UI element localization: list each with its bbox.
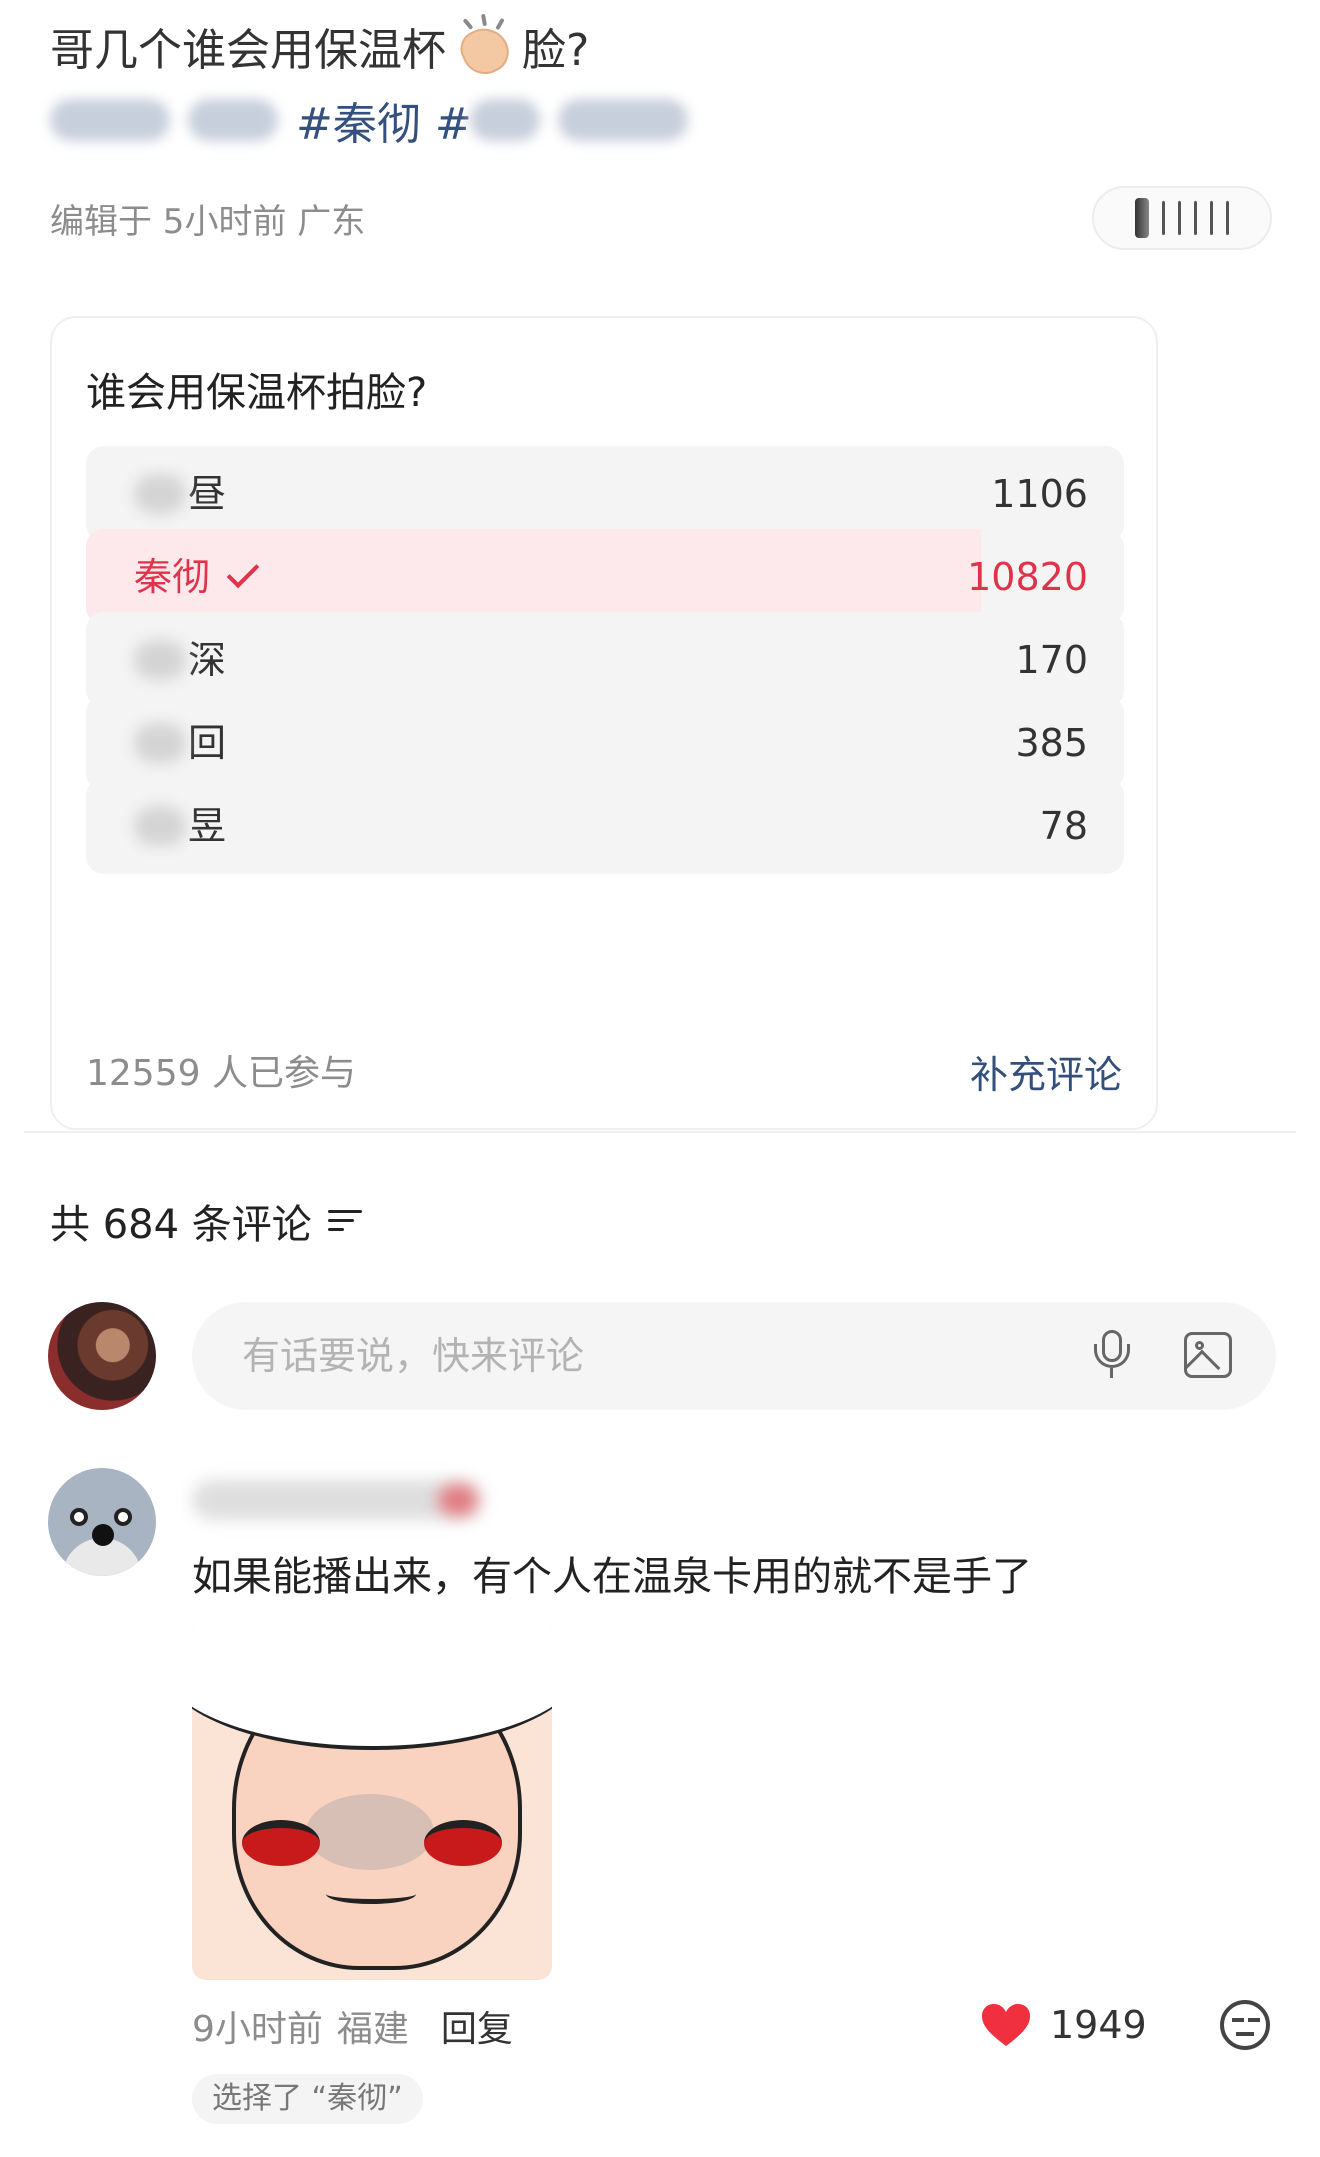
poll-option-count: 170: [1015, 638, 1088, 682]
poll-option-count: 385: [1015, 721, 1088, 765]
comment-text: 如果能播出来，有个人在温泉卡用的就不是手了: [192, 1554, 1032, 1600]
waveform-bar: [1135, 198, 1149, 238]
commenter-avatar[interactable]: [48, 1468, 156, 1576]
image-icon[interactable]: [1184, 1332, 1232, 1378]
tag-blurred[interactable]: [469, 99, 540, 141]
comment-input[interactable]: 有话要说，快来评论: [192, 1302, 1276, 1410]
poll-supplement-link[interactable]: 补充评论: [970, 1044, 1122, 1099]
waveform-bar: [1210, 201, 1213, 235]
post-title-text-end: 脸?: [522, 25, 590, 76]
waveform-bar: [1178, 201, 1181, 235]
poll-option[interactable]: 昱 78: [86, 778, 1124, 874]
comments-count: 共 684 条评论: [50, 1202, 312, 1248]
poll-question: 谁会用保温杯拍脸?: [86, 370, 428, 416]
divider: [24, 1131, 1296, 1133]
tag-blurred[interactable]: [50, 99, 170, 141]
sort-icon[interactable]: [327, 1208, 362, 1234]
tag-qinche[interactable]: #秦彻 #: [296, 88, 472, 152]
edit-meta: 编辑于 5小时前 广东: [50, 202, 366, 242]
comment-sticker-image[interactable]: [192, 1620, 552, 1980]
waveform-bar: [1162, 201, 1165, 235]
audio-waveform-button[interactable]: [1092, 186, 1272, 250]
tag-blurred[interactable]: [188, 99, 278, 141]
emoji-reaction-icon[interactable]: [1220, 2000, 1270, 2050]
poll-option-label: 昼: [134, 446, 226, 542]
poll-option-label: 回: [134, 695, 226, 791]
commenter-name-blurred[interactable]: [192, 1480, 482, 1520]
post-title: 哥几个谁会用保温杯 脸?: [50, 13, 590, 82]
comment-time: 9小时前: [192, 2009, 323, 2050]
poll-option-label: 秦彻: [134, 529, 260, 625]
poll-option[interactable]: 回 385: [86, 695, 1124, 791]
like-count: 1949: [1050, 2003, 1147, 2047]
poll-option-selected[interactable]: 秦彻 10820: [86, 529, 1124, 625]
my-avatar[interactable]: [48, 1302, 156, 1410]
poll-option-count: 78: [1039, 804, 1088, 848]
tag-row: #秦彻 #: [50, 88, 688, 152]
poll-option[interactable]: 深 170: [86, 612, 1124, 708]
poll-option-label: 昱: [134, 778, 226, 874]
reply-button[interactable]: 回复: [441, 2000, 513, 2052]
waveform-bar: [1226, 201, 1229, 235]
waveform-bar: [1194, 201, 1197, 235]
poll-option-count: 10820: [967, 555, 1088, 599]
comment-meta: 9小时前 福建 回复: [192, 2000, 513, 2052]
like-button[interactable]: 1949: [980, 2000, 1147, 2050]
check-icon: [226, 555, 260, 589]
comment-placeholder: 有话要说，快来评论: [242, 1334, 585, 1378]
poll-choice-badge: 选择了 “秦彻”: [192, 2074, 423, 2124]
poll-card: 谁会用保温杯拍脸? 昼 1106 秦彻 10820 深 170 回 385 昱 …: [50, 316, 1158, 1130]
heart-icon: [982, 2004, 1030, 2046]
poll-participants: 12559 人已参与: [86, 1053, 356, 1094]
poll-option[interactable]: 昼 1106: [86, 446, 1124, 542]
microphone-icon[interactable]: [1092, 1330, 1132, 1382]
comment-location: 福建: [336, 2009, 409, 2050]
comments-header: 共 684 条评论: [50, 1192, 362, 1250]
tag-blurred[interactable]: [557, 99, 688, 141]
poll-option-label: 深: [134, 612, 226, 708]
poll-option-count: 1106: [991, 472, 1088, 516]
clapping-hands-icon: [448, 13, 520, 82]
post-title-text-start: 哥几个谁会用保温杯: [50, 25, 446, 76]
